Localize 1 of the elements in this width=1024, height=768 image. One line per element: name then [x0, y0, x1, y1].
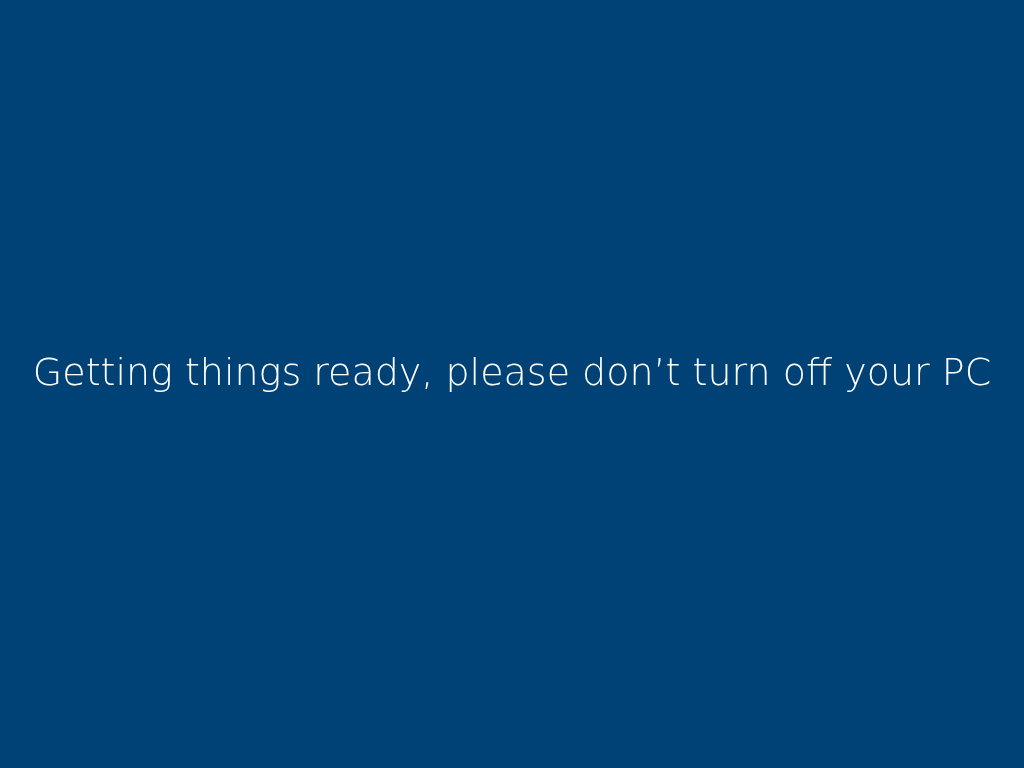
- status-message: Getting things ready, please don’t turn off your PC: [32, 348, 992, 396]
